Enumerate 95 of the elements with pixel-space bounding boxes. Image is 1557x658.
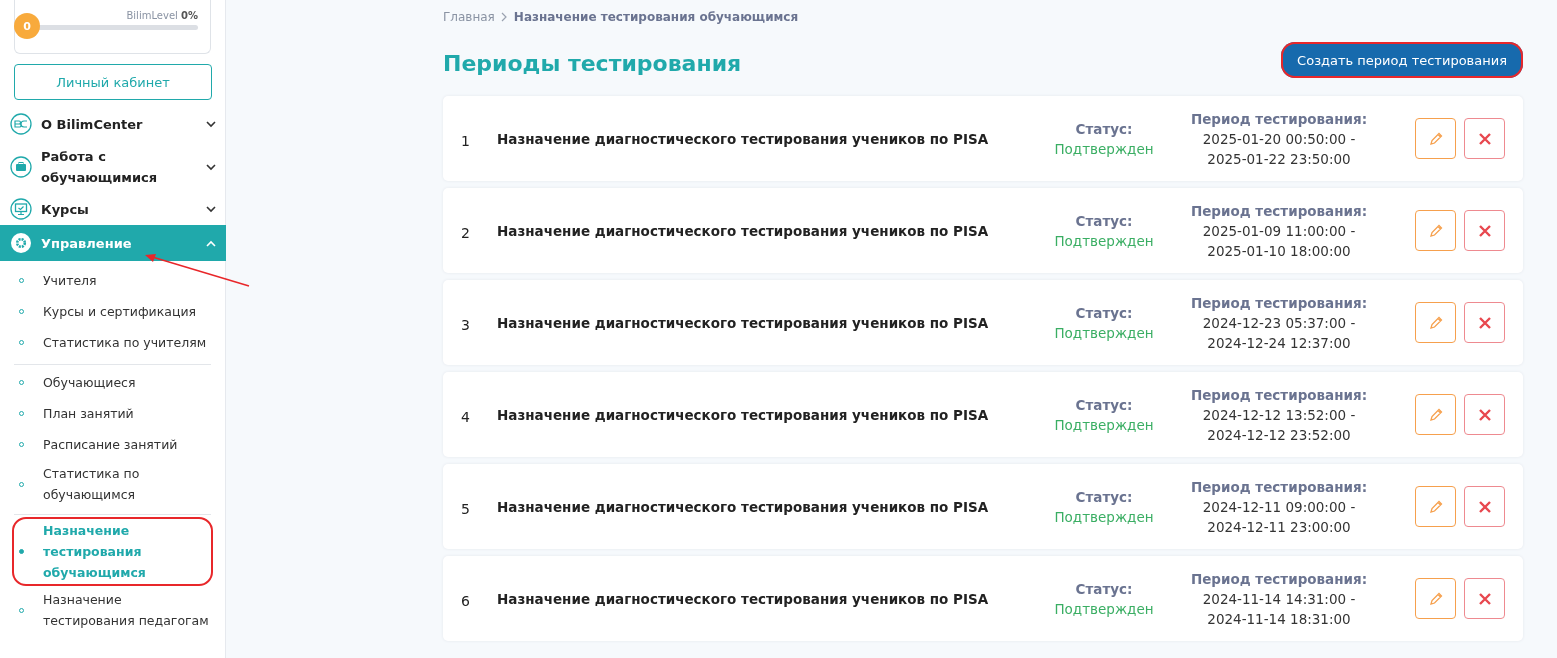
close-icon <box>1477 131 1492 146</box>
chevron-down-icon <box>206 120 216 128</box>
period-label: Период тестирования: <box>1190 109 1368 129</box>
status-label: Статус: <box>1075 211 1133 231</box>
delete-button[interactable] <box>1464 118 1505 159</box>
edit-button[interactable] <box>1415 118 1456 159</box>
period-label: Период тестирования: <box>1190 477 1368 497</box>
status-value: Подтвержден <box>1054 507 1154 527</box>
menu-label: Курсы <box>41 200 90 219</box>
chevron-up-icon <box>206 239 216 247</box>
menu-item[interactable]: О BilimCenter <box>0 108 226 140</box>
submenu-item[interactable]: Статистика по учителям <box>0 327 211 358</box>
delete-button[interactable] <box>1464 210 1505 251</box>
period-start: 2024-12-11 09:00:00 - <box>1202 497 1356 517</box>
status-label: Статус: <box>1075 303 1133 323</box>
row-number: 3 <box>461 315 471 333</box>
period-name: Назначение диагностического тестирования учеников по PISA <box>497 406 990 423</box>
close-icon <box>1477 315 1492 330</box>
status-label: Статус: <box>1075 487 1133 507</box>
chevron-down-icon <box>206 163 216 171</box>
period-name: Назначение диагностического тестирования учеников по PISA <box>497 590 990 607</box>
period-start: 2025-01-09 11:00:00 - <box>1202 221 1356 241</box>
row-number: 2 <box>461 223 471 241</box>
period-start: 2024-12-23 05:37:00 - <box>1202 313 1356 333</box>
period-end: 2024-12-24 12:37:00 <box>1207 333 1351 353</box>
period-end: 2024-12-12 23:52:00 <box>1207 425 1351 445</box>
page-title: Периоды тестирования <box>443 51 742 76</box>
period-label: Период тестирования: <box>1190 293 1368 313</box>
edit-button[interactable] <box>1415 394 1456 435</box>
status-value: Подтвержден <box>1054 139 1154 159</box>
status-value: Подтвержден <box>1054 231 1154 251</box>
edit-button[interactable] <box>1415 578 1456 619</box>
period-end: 2024-11-14 18:31:00 <box>1207 609 1351 629</box>
menu-label: Управление <box>41 234 133 253</box>
edit-button[interactable] <box>1415 210 1456 251</box>
period-label: Период тестирования: <box>1190 569 1368 589</box>
status-value: Подтвержден <box>1054 323 1154 343</box>
close-icon <box>1477 223 1492 238</box>
close-icon <box>1477 407 1492 422</box>
breadcrumb-current: Назначение тестирования обучающимся <box>513 10 799 24</box>
menu-label: Работа с обучающимися <box>41 148 159 187</box>
delete-button[interactable] <box>1464 394 1505 435</box>
submenu-item[interactable]: Обучающиеся <box>0 367 211 398</box>
pencil-icon <box>1427 222 1444 239</box>
submenu-item[interactable]: Учителя <box>0 265 211 296</box>
period-start: 2024-11-14 14:31:00 - <box>1202 589 1356 609</box>
logo-icon <box>10 113 32 135</box>
period-name: Назначение диагностического тестирования учеников по PISA <box>497 498 990 515</box>
period-start: 2025-01-20 00:50:00 - <box>1202 129 1356 149</box>
period-end: 2025-01-22 23:50:00 <box>1207 149 1351 169</box>
row-number: 4 <box>461 407 471 425</box>
pencil-icon <box>1427 130 1444 147</box>
status-value: Подтвержден <box>1054 599 1154 619</box>
submenu-item[interactable]: План занятий <box>0 398 211 429</box>
period-label: Период тестирования: <box>1190 201 1368 221</box>
period-start: 2024-12-12 13:52:00 - <box>1202 405 1356 425</box>
submenu-item[interactable]: Назначение тестирования педагогам <box>0 586 211 634</box>
period-name: Назначение диагностического тестирования учеников по PISA <box>497 222 990 239</box>
briefcase-icon <box>10 156 32 178</box>
menu-label: О BilimCenter <box>41 115 144 134</box>
chevron-down-icon <box>206 205 216 213</box>
level-badge: 0 <box>14 13 40 39</box>
close-icon <box>1477 591 1492 606</box>
chevron-right-icon <box>500 12 508 22</box>
status-label: Статус: <box>1075 119 1133 139</box>
menu-item[interactable]: Курсы <box>0 193 226 225</box>
pencil-icon <box>1427 314 1444 331</box>
create-period-button[interactable]: Создать период тестирования <box>1281 42 1523 78</box>
period-label: Период тестирования: <box>1190 385 1368 405</box>
level-label: BilimLevel 0% <box>125 10 198 21</box>
pencil-icon <box>1427 590 1444 607</box>
delete-button[interactable] <box>1464 302 1505 343</box>
close-icon <box>1477 499 1492 514</box>
delete-button[interactable] <box>1464 486 1505 527</box>
pencil-icon <box>1427 498 1444 515</box>
row-number: 6 <box>461 591 471 609</box>
edit-button[interactable] <box>1415 486 1456 527</box>
period-end: 2024-12-11 23:00:00 <box>1207 517 1351 537</box>
period-name: Назначение диагностического тестирования учеников по PISA <box>497 130 990 147</box>
status-label: Статус: <box>1075 395 1133 415</box>
submenu-item[interactable]: Расписание занятий <box>0 429 211 460</box>
period-end: 2025-01-10 18:00:00 <box>1207 241 1351 261</box>
edit-button[interactable] <box>1415 302 1456 343</box>
period-name: Назначение диагностического тестирования учеников по PISA <box>497 314 990 331</box>
submenu-item[interactable]: Курсы и сертификация <box>0 296 211 327</box>
status-label: Статус: <box>1075 579 1133 599</box>
row-number: 1 <box>461 131 471 149</box>
menu-item[interactable]: Работа с обучающимися <box>0 140 226 193</box>
settings-icon <box>10 232 32 254</box>
row-number: 5 <box>461 499 471 517</box>
monitor-icon <box>10 198 32 220</box>
status-value: Подтвержден <box>1054 415 1154 435</box>
delete-button[interactable] <box>1464 578 1505 619</box>
submenu-item[interactable]: Статистика по обучающимся <box>0 460 211 508</box>
pencil-icon <box>1427 406 1444 423</box>
